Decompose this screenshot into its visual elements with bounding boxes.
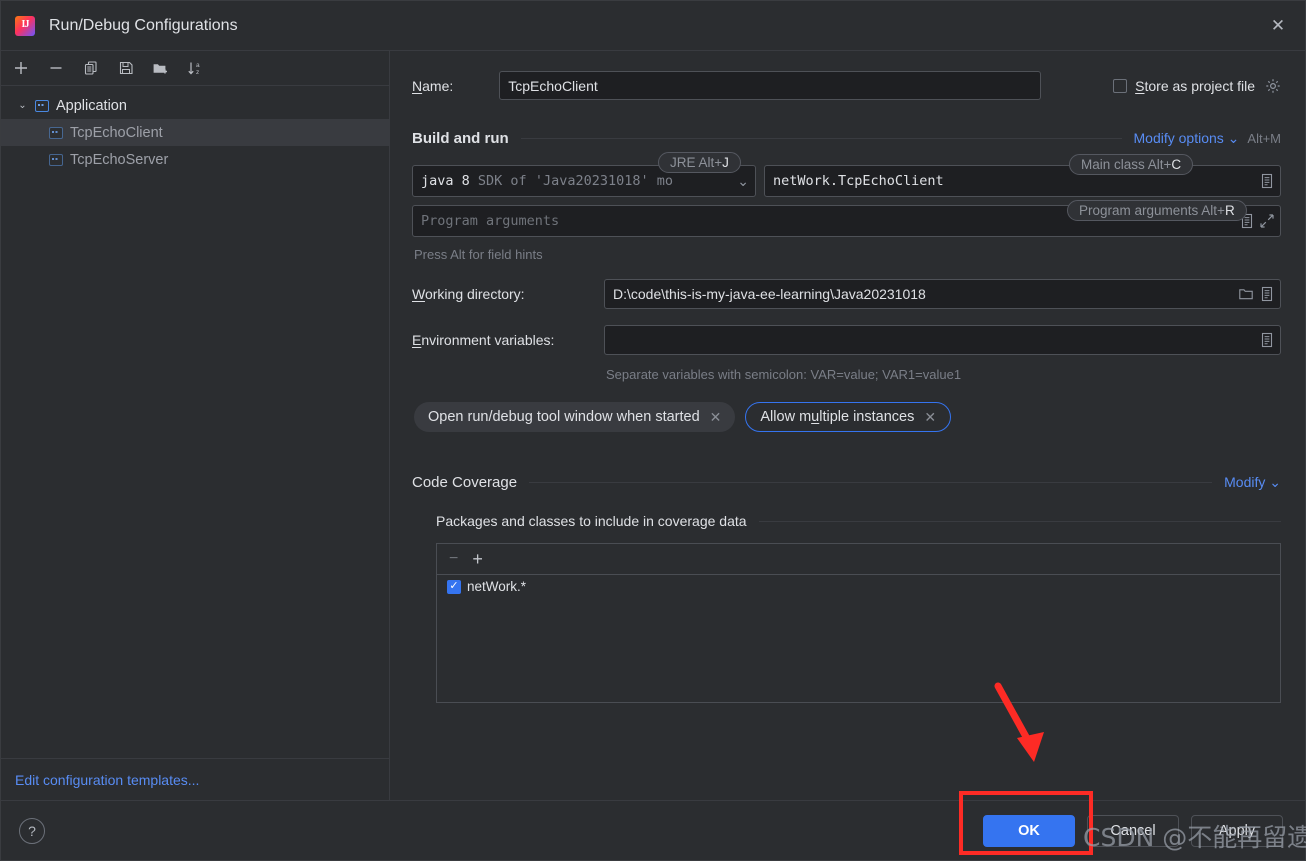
expand-editor-icon[interactable]	[1260, 214, 1274, 228]
tree-group-label: Application	[56, 97, 127, 114]
main-class-input[interactable]: netWork.TcpEchoClient	[764, 165, 1281, 197]
configurations-tree: ⌄ Application TcpEchoClient TcpEchoServe…	[1, 86, 389, 758]
chip-label: Allow multiple instances	[760, 409, 915, 425]
coverage-packages-subheader: Packages and classes to include in cover…	[436, 513, 1281, 529]
name-input-value: TcpEchoClient	[508, 77, 598, 94]
divider	[520, 138, 1122, 139]
code-coverage-section-header: Code Coverage Modify ⌄	[412, 474, 1281, 491]
working-directory-label: Working directory:	[412, 286, 525, 302]
code-coverage-title: Code Coverage	[412, 474, 518, 491]
main-class-value: netWork.TcpEchoClient	[773, 173, 944, 189]
dialog-title-bar: IJ Run/Debug Configurations ✕	[1, 1, 1305, 51]
insert-macro-icon[interactable]	[1260, 286, 1274, 302]
gear-icon[interactable]	[1265, 78, 1281, 94]
svg-text:z: z	[196, 69, 199, 76]
divider	[758, 520, 1281, 522]
program-arguments-alt-hint: Program arguments Alt+R	[1067, 200, 1247, 221]
edit-environment-variables-icon[interactable]	[1260, 332, 1274, 348]
list-item-label: TcpEchoServer	[70, 151, 169, 168]
store-as-project-file-checkbox[interactable]	[1113, 78, 1128, 93]
page-title: Run/Debug Configurations	[49, 16, 238, 34]
store-as-project-file-group[interactable]: Store as project file	[1113, 78, 1281, 94]
option-chips-row: Open run/debug tool window when started …	[414, 402, 1281, 432]
chevron-down-icon[interactable]: ⌄	[737, 173, 749, 190]
dialog-actions: OK Cancel Apply	[983, 814, 1283, 847]
divider	[529, 482, 1213, 483]
dialog-body: a z ⌄ Application TcpEchoClient TcpEchoS…	[1, 51, 1305, 800]
list-item[interactable]: netWork.*	[437, 575, 1280, 598]
coverage-packages-list: − + netWork.*	[436, 543, 1281, 703]
coverage-list-toolbar: − +	[437, 544, 1280, 575]
environment-variables-row: Environment variables:	[412, 325, 1281, 355]
chip-label: Open run/debug tool window when started	[428, 409, 700, 425]
edit-configuration-templates-link[interactable]: Edit configuration templates...	[15, 772, 199, 788]
environment-variables-hint: Separate variables with semicolon: VAR=v…	[606, 367, 962, 382]
chevron-down-icon: ⌄	[1227, 130, 1240, 146]
jre-sdk-desc: SDK of 'Java20231018' mo	[477, 173, 673, 189]
remove-configuration-button[interactable]	[42, 55, 69, 81]
configuration-icon	[49, 153, 63, 166]
close-icon[interactable]: ✕	[1261, 9, 1295, 43]
name-label: Name:	[412, 77, 454, 94]
code-coverage-modify-label: Modify	[1224, 474, 1266, 490]
run-debug-configurations-dialog: IJ Run/Debug Configurations ✕ a z ⌄ Appl…	[0, 0, 1306, 861]
copy-configuration-button[interactable]	[77, 55, 104, 81]
svg-text:a: a	[196, 62, 200, 69]
sidebar-item-tcpechoclient[interactable]: TcpEchoClient	[1, 119, 389, 146]
close-icon[interactable]: ✕	[924, 409, 936, 426]
list-item-label: TcpEchoClient	[70, 124, 163, 141]
environment-variables-label: Environment variables:	[412, 332, 555, 348]
help-button[interactable]: ?	[19, 817, 45, 844]
modify-options-label: Modify options	[1133, 130, 1224, 146]
jre-selector-value: java 8 SDK of 'Java20231018' mo	[421, 173, 731, 189]
main-class-alt-hint: Main class Alt+C	[1069, 154, 1194, 175]
save-configuration-button[interactable]	[112, 55, 139, 81]
modify-options-link[interactable]: Modify options ⌄	[1134, 130, 1240, 147]
sort-az-icon[interactable]: a z	[182, 55, 209, 81]
dialog-button-bar: ? OK Cancel Apply	[1, 800, 1305, 860]
coverage-packages-title: Packages and classes to include in cover…	[436, 513, 747, 529]
apply-button[interactable]: Apply	[1191, 814, 1283, 847]
browse-main-class-icon[interactable]	[1260, 173, 1274, 189]
modify-options-shortcut: Alt+M	[1247, 131, 1281, 146]
build-and-run-title: Build and run	[412, 130, 509, 147]
coverage-entry-checkbox[interactable]	[447, 579, 461, 594]
code-coverage-modify-link[interactable]: Modify ⌄	[1224, 474, 1281, 491]
chip-allow-multiple-instances[interactable]: Allow multiple instances ✕	[745, 402, 952, 432]
chevron-down-icon[interactable]: ⌄	[17, 100, 28, 111]
working-directory-value: D:\code\this-is-my-java-ee-learning\Java…	[613, 286, 926, 302]
chevron-down-icon: ⌄	[1269, 474, 1281, 490]
jre-version: java 8	[421, 173, 470, 189]
sidebar-toolbar: a z	[1, 51, 389, 86]
name-row: Name: TcpEchoClient Store as project fil…	[412, 71, 1281, 100]
configurations-sidebar: a z ⌄ Application TcpEchoClient TcpEchoS…	[1, 51, 390, 800]
ok-button[interactable]: OK	[983, 814, 1075, 847]
configuration-form: Name: TcpEchoClient Store as project fil…	[390, 51, 1305, 800]
add-configuration-button[interactable]	[7, 55, 34, 81]
cancel-button[interactable]: Cancel	[1087, 814, 1179, 847]
sidebar-item-tcpechoserver[interactable]: TcpEchoServer	[1, 146, 389, 173]
configuration-icon	[49, 126, 63, 139]
working-directory-input[interactable]: D:\code\this-is-my-java-ee-learning\Java…	[604, 279, 1281, 309]
field-hints-text: Press Alt for field hints	[414, 247, 543, 262]
tree-group-application[interactable]: ⌄ Application	[1, 92, 389, 119]
coverage-entry-label: netWork.*	[467, 579, 527, 594]
chip-open-run-debug-tool-window[interactable]: Open run/debug tool window when started …	[414, 402, 736, 432]
sidebar-footer: Edit configuration templates...	[1, 758, 389, 800]
store-as-project-file-label: Store as project file	[1135, 77, 1255, 94]
browse-folder-icon[interactable]	[1238, 286, 1254, 302]
name-input[interactable]: TcpEchoClient	[499, 71, 1042, 100]
intellij-idea-icon: IJ	[15, 15, 35, 36]
close-icon[interactable]: ✕	[710, 409, 722, 426]
jre-alt-hint: JRE Alt+J	[658, 152, 741, 173]
build-and-run-section-header: Build and run Modify options ⌄ Alt+M	[412, 130, 1281, 147]
environment-variables-input[interactable]	[604, 325, 1281, 355]
application-icon	[35, 99, 49, 112]
working-directory-row: Working directory: D:\code\this-is-my-ja…	[412, 279, 1281, 309]
remove-package-button[interactable]: −	[449, 550, 458, 568]
add-package-button[interactable]: +	[472, 549, 483, 570]
folder-add-icon[interactable]	[147, 55, 174, 81]
